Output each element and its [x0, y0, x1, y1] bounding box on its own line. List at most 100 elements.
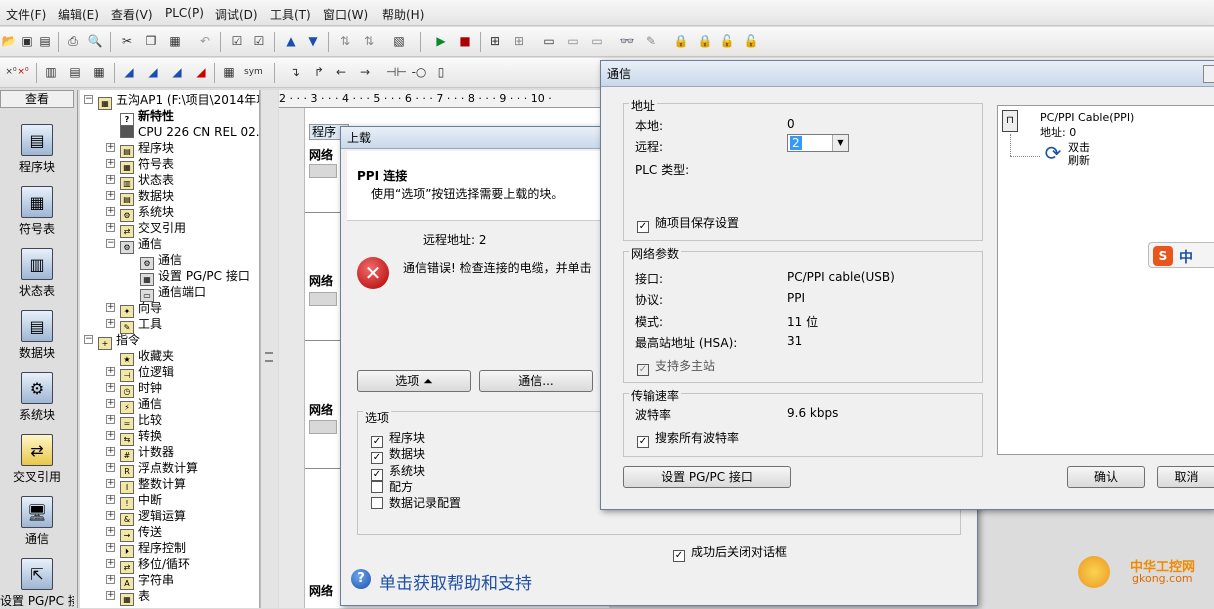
close-after-success[interactable]: ✓ 成功后关闭对话框 — [673, 545, 787, 562]
tree-expand-toggle[interactable]: + — [106, 367, 115, 376]
close-button[interactable] — [1203, 65, 1214, 83]
tree-item-logic-ops[interactable]: & 逻辑运算 — [120, 508, 186, 526]
menu-window[interactable]: 窗口(W) — [323, 6, 368, 23]
symbol-addressing-icon[interactable]: sym — [244, 63, 263, 81]
undo-icon[interactable]: ↶ — [196, 32, 214, 50]
network-comment[interactable] — [309, 164, 337, 178]
tree-collapse-toggle[interactable]: − — [84, 95, 93, 104]
unlock-icon[interactable]: 🔒 — [696, 32, 714, 50]
tree-item-counters[interactable]: # 计数器 — [120, 444, 174, 462]
tree-item-clock[interactable]: ◷ 时钟 — [120, 380, 162, 398]
tree-expand-toggle[interactable]: + — [106, 527, 115, 536]
tree-collapse-toggle[interactable]: − — [106, 239, 115, 248]
chevron-down-icon[interactable]: ▼ — [832, 135, 848, 151]
search-all-baud[interactable]: ✓ 搜索所有波特率 — [637, 431, 739, 448]
menu-view[interactable]: 查看(V) — [111, 6, 153, 23]
view-data-block[interactable]: ▤ 数据块 — [0, 310, 74, 361]
tree-item-new-features[interactable]: ? 新特性 — [120, 108, 174, 126]
line-right-icon[interactable]: → — [356, 63, 374, 81]
view-set-pgpc[interactable]: ⇱设置 PG/PC 接口 — [0, 558, 74, 609]
bookmark-icon[interactable]: ◢ — [120, 63, 138, 81]
tree-expand-toggle[interactable]: + — [106, 479, 115, 488]
sort-asc-icon[interactable]: ⇅ — [336, 32, 354, 50]
line-down-icon[interactable]: ↴ — [286, 63, 304, 81]
tree-item-instructions[interactable]: + 指令 — [98, 332, 140, 350]
menu-plc[interactable]: PLC(P) — [165, 6, 204, 20]
trend-icon[interactable]: ▭ — [564, 32, 582, 50]
option-program-block[interactable]: ✓ 程序块 — [371, 431, 425, 448]
help-icon[interactable]: ? — [351, 569, 371, 589]
tree-expand-toggle[interactable]: + — [106, 559, 115, 568]
checkbox-checked-disabled[interactable]: ✓ — [637, 364, 649, 376]
view-status-chart[interactable]: ▥ 状态表 — [0, 248, 74, 299]
read-forced-icon[interactable]: 🔓 — [742, 32, 760, 50]
tree-expand-toggle[interactable]: + — [106, 143, 115, 152]
stop-icon[interactable]: ■ — [456, 32, 474, 50]
line-up-icon[interactable]: ↱ — [310, 63, 328, 81]
view-symbol-table[interactable]: ▦ 符号表 — [0, 186, 74, 237]
pause-status-icon[interactable]: ⊞ — [510, 32, 528, 50]
network-comment[interactable] — [309, 292, 337, 306]
tree-item-table[interactable]: ▦ 表 — [120, 588, 150, 606]
cut-icon[interactable]: ✂ — [118, 32, 136, 50]
ime-toolbar[interactable]: S 中 — [1148, 242, 1214, 268]
tree-expand-toggle[interactable]: + — [106, 399, 115, 408]
glasses-icon[interactable]: 👓 — [618, 32, 636, 50]
panel-splitter[interactable] — [260, 90, 278, 608]
tree-item-bit-logic[interactable]: ⊣ 位逻辑 — [120, 364, 174, 382]
tree-item-data-block[interactable]: ▤ 数据块 — [120, 188, 174, 206]
coil-icon[interactable]: -○ — [410, 63, 428, 81]
paste-icon[interactable]: ▦ — [166, 32, 184, 50]
tree-expand-toggle[interactable]: + — [106, 319, 115, 328]
checkbox-checked[interactable]: ✓ — [637, 436, 649, 448]
checkbox-checked[interactable]: ✓ — [637, 221, 649, 233]
menu-tools[interactable]: 工具(T) — [270, 6, 311, 23]
remote-select[interactable]: 2 ▼ — [787, 134, 849, 152]
tree-expand-toggle[interactable]: + — [106, 495, 115, 504]
tree-item-comm-port[interactable]: ▭ 通信端口 — [140, 284, 206, 302]
lock-icon[interactable]: 🔒 — [672, 32, 690, 50]
view-program-block[interactable]: ▤ 程序块 — [0, 124, 74, 175]
read-icon[interactable]: ▭ — [588, 32, 606, 50]
remove-bookmarks-icon[interactable]: ◢ — [192, 63, 210, 81]
tree-expand-toggle[interactable]: + — [106, 207, 115, 216]
next-bookmark-icon[interactable]: ◢ — [144, 63, 162, 81]
options-icon[interactable]: ▧ — [390, 32, 408, 50]
print-preview-icon[interactable]: 🔍 — [86, 32, 104, 50]
tree-item-integer-math[interactable]: I 整数计算 — [120, 476, 186, 494]
option-system-block[interactable]: ✓ 系统块 — [371, 464, 425, 481]
tree-item-instr-comm[interactable]: ⚡ 通信 — [120, 396, 162, 414]
tree-collapse-toggle[interactable]: − — [84, 335, 93, 344]
tree-expand-toggle[interactable]: + — [106, 591, 115, 600]
tree-item-program-block[interactable]: ▤ 程序块 — [120, 140, 174, 158]
force-icon[interactable]: ✎ — [642, 32, 660, 50]
tree-expand-toggle[interactable]: + — [106, 303, 115, 312]
network-comment[interactable] — [309, 420, 337, 434]
save-with-project[interactable]: ✓ 随项目保存设置 — [637, 216, 739, 233]
tree-item-interrupt[interactable]: ! 中断 — [120, 492, 162, 510]
menu-help[interactable]: 帮助(H) — [382, 6, 424, 23]
checkbox-unchecked[interactable] — [371, 497, 383, 509]
checkbox-checked[interactable]: ✓ — [371, 452, 383, 464]
tree-item-symbol-table[interactable]: ▦ 符号表 — [120, 156, 174, 174]
help-link[interactable]: 单击获取帮助和支持 — [379, 569, 532, 594]
tree-item-convert[interactable]: ⇆ 转换 — [120, 428, 162, 446]
tree-expand-toggle[interactable]: + — [106, 447, 115, 456]
multi-master[interactable]: ✓ 支持多主站 — [637, 359, 715, 376]
coils-icon[interactable]: ×⁰ — [14, 63, 32, 81]
tree-expand-toggle[interactable]: + — [106, 191, 115, 200]
tree-item-program-control[interactable]: ⏵ 程序控制 — [120, 540, 186, 558]
tree-project-root[interactable]: ▦ 五沟AP1 (F:\项目\2014年项 — [98, 92, 259, 110]
cable-icon[interactable]: ⊓ — [1002, 110, 1018, 132]
tree-item-cpu[interactable]: CPU 226 CN REL 02.01 — [120, 124, 259, 140]
chart-status-icon[interactable]: ▭ — [540, 32, 558, 50]
cancel-button[interactable]: 取消 — [1157, 466, 1214, 488]
tree-item-float-math[interactable]: R 浮点数计算 — [120, 460, 198, 478]
tree-expand-toggle[interactable]: + — [106, 159, 115, 168]
communications-button[interactable]: 通信... — [479, 370, 593, 392]
insert-network-icon[interactable]: ▥ — [42, 63, 60, 81]
run-icon[interactable]: ▶ — [432, 32, 450, 50]
compile-icon[interactable]: ☑ — [228, 32, 246, 50]
compile-all-icon[interactable]: ☑ — [250, 32, 268, 50]
upload-icon[interactable]: ▲ — [282, 32, 300, 50]
